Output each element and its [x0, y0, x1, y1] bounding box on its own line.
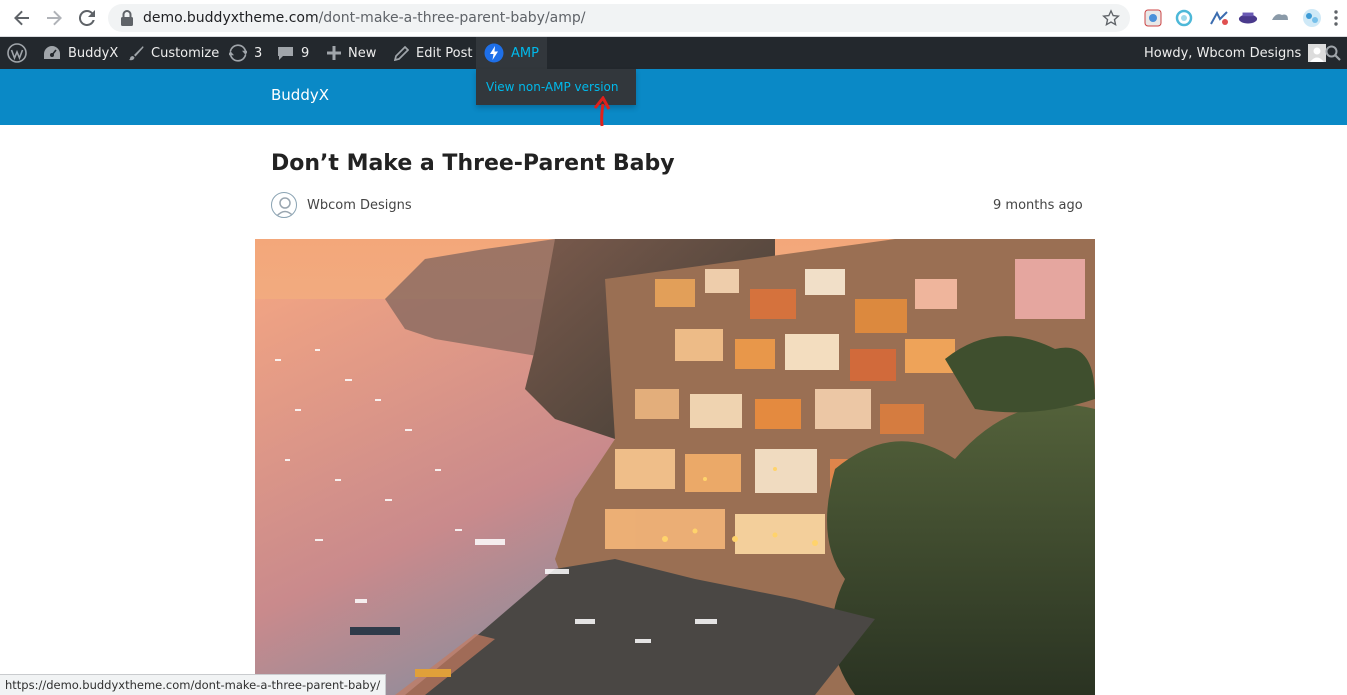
extension-icon-6[interactable]	[1302, 8, 1322, 28]
dashboard-icon	[44, 46, 60, 59]
url-path: /dont-make-a-three-parent-baby/amp/	[318, 10, 586, 26]
edit-post-menu[interactable]: Edit Post	[394, 37, 473, 69]
new-label: New	[348, 45, 377, 61]
amp-menu[interactable]: AMP	[476, 37, 547, 69]
extension-icon-2[interactable]	[1174, 8, 1194, 28]
pencil-icon	[394, 45, 409, 61]
browser-menu-icon[interactable]	[1330, 8, 1342, 28]
post-title: Don’t Make a Three-Parent Baby	[271, 151, 675, 176]
view-non-amp-link[interactable]: View non-AMP version	[486, 80, 618, 94]
site-name-label: BuddyX	[68, 45, 119, 61]
updates-menu[interactable]: 3	[229, 37, 262, 69]
comment-icon	[278, 47, 293, 60]
extension-icon-1[interactable]	[1143, 8, 1163, 28]
search-icon[interactable]	[1325, 37, 1347, 69]
reload-icon[interactable]	[75, 6, 99, 30]
my-account-menu[interactable]: Howdy, Wbcom Designs	[1144, 37, 1327, 69]
author-avatar[interactable]	[271, 192, 297, 218]
featured-image	[255, 239, 1095, 695]
amp-dropdown-item[interactable]: View non-AMP version	[476, 69, 636, 105]
site-header: BuddyX	[0, 69, 1347, 125]
post-author[interactable]: Wbcom Designs	[307, 198, 412, 213]
wp-admin-bar: BuddyX Customize 3 9 New Edit Post AMP H…	[0, 37, 1347, 69]
edit-post-label: Edit Post	[416, 45, 473, 61]
address-bar[interactable]: demo.buddyxtheme.com/dont-make-a-three-p…	[108, 4, 1130, 32]
amp-label: AMP	[511, 45, 539, 61]
lock-icon	[121, 10, 133, 26]
extension-icon-5[interactable]	[1270, 8, 1290, 28]
annotation-arrow-icon	[593, 96, 611, 127]
amp-bolt-icon	[484, 43, 504, 63]
wordpress-logo-icon[interactable]	[7, 37, 34, 69]
star-icon[interactable]	[1102, 9, 1120, 27]
brush-icon	[129, 46, 144, 61]
comments-menu[interactable]: 9	[277, 37, 309, 69]
extension-icon-3[interactable]	[1209, 8, 1229, 28]
browser-toolbar: demo.buddyxtheme.com/dont-make-a-three-p…	[0, 0, 1347, 37]
back-icon[interactable]	[10, 6, 34, 30]
updates-count: 3	[254, 45, 263, 61]
site-title[interactable]: BuddyX	[271, 86, 329, 104]
status-bar-url: https://demo.buddyxtheme.com/dont-make-a…	[0, 674, 387, 695]
url-text: demo.buddyxtheme.com/dont-make-a-three-p…	[143, 10, 586, 26]
customize-menu[interactable]: Customize	[128, 37, 219, 69]
new-content-menu[interactable]: New	[327, 37, 376, 69]
howdy-label: Howdy, Wbcom Designs	[1144, 45, 1302, 61]
extension-icon-4[interactable]	[1238, 8, 1258, 28]
post-time: 9 months ago	[993, 198, 1083, 213]
forward-icon[interactable]	[42, 6, 66, 30]
url-host: demo.buddyxtheme.com	[143, 10, 319, 26]
comments-count: 9	[301, 45, 310, 61]
plus-icon	[327, 46, 341, 60]
customize-label: Customize	[151, 45, 220, 61]
avatar-icon	[1308, 44, 1327, 62]
updates-icon	[229, 44, 247, 62]
site-name-menu[interactable]: BuddyX	[43, 37, 118, 69]
